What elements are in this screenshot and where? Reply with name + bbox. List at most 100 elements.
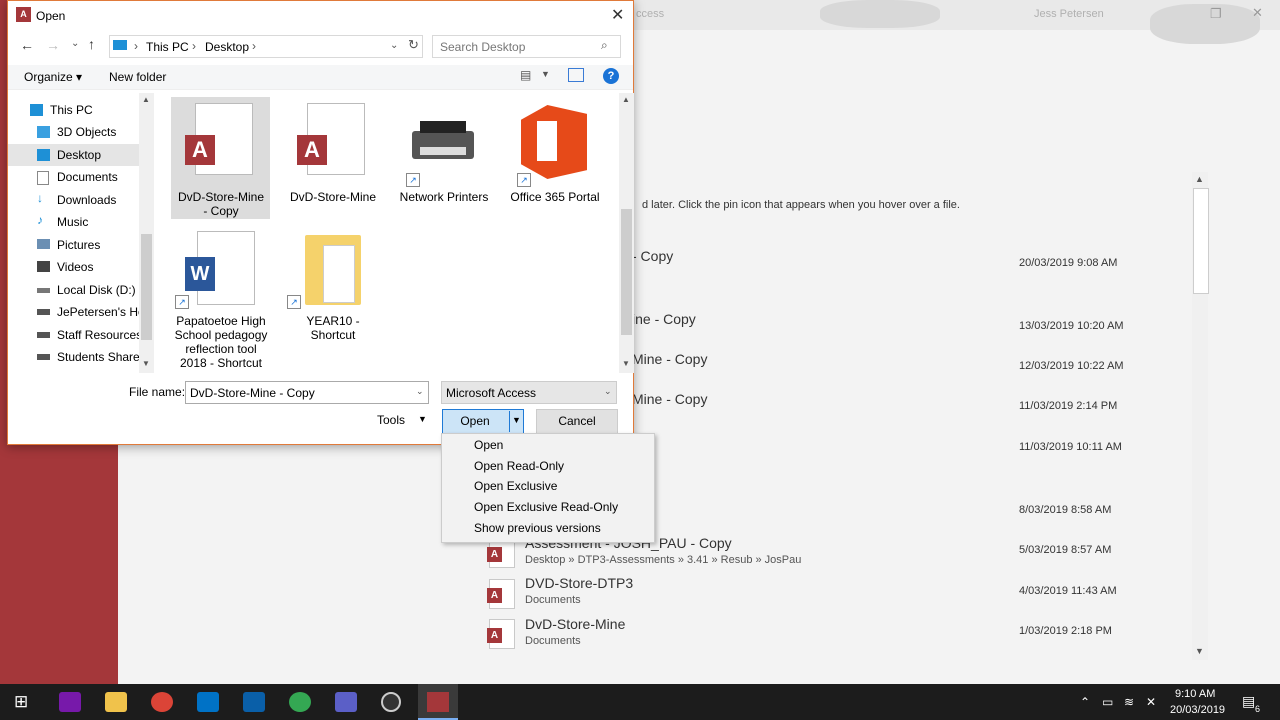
notification-count: 6 [1255, 704, 1261, 714]
shortcut-arrow-icon: ↗ [287, 295, 301, 309]
access-taskbar-button[interactable] [418, 684, 458, 720]
outlook-icon[interactable] [197, 692, 219, 712]
scroll-down-icon[interactable]: ▼ [142, 359, 150, 368]
chevron-down-icon[interactable]: ⌄ [604, 386, 612, 397]
file-name-input[interactable]: DvD-Store-Mine - Copy ⌄ [185, 381, 429, 404]
sidebar-item-label: Documents [57, 170, 118, 184]
chrome-icon[interactable] [151, 692, 173, 712]
file-item[interactable]: A DvD-Store-Mine [283, 97, 382, 217]
sidebar-item-network-drive[interactable]: Staff Resources ( [8, 324, 149, 346]
speaker-muted-icon[interactable]: ✕ [1146, 695, 1156, 709]
sidebar-item-network-drive[interactable]: JePetersen's Hor [8, 301, 149, 323]
up-arrow-icon[interactable]: ↑ [88, 36, 95, 52]
menu-item-open-read-only[interactable]: Open Read-Only [474, 459, 564, 473]
breadcrumb-desktop[interactable]: Desktop [205, 40, 249, 54]
teams-icon[interactable] [335, 692, 357, 712]
chevron-right-icon[interactable]: › [252, 39, 256, 53]
new-folder-button[interactable]: New folder [109, 70, 166, 84]
file-item[interactable]: A DvD-Store-Mine - Copy [171, 97, 270, 219]
clock-time[interactable]: 9:10 AM [1175, 688, 1215, 700]
help-icon[interactable]: ? [603, 68, 619, 84]
scroll-down-icon[interactable]: ▼ [1195, 646, 1204, 656]
chevron-down-icon[interactable]: ▼ [418, 414, 427, 424]
recent-file-date: 11/03/2019 10:11 AM [1019, 441, 1122, 453]
printer-top-icon [420, 121, 466, 133]
search-icon: ⌕ [601, 38, 608, 52]
file-list-scroll-thumb[interactable] [621, 209, 632, 335]
file-name-value: DvD-Store-Mine - Copy [190, 386, 315, 400]
navigation-scroll-thumb[interactable] [141, 234, 152, 340]
scroll-up-icon[interactable]: ▲ [622, 95, 630, 104]
chevron-down-icon[interactable]: ▼ [541, 69, 550, 79]
chevron-right-icon[interactable]: › [192, 39, 196, 53]
view-icon[interactable]: ▤ [520, 68, 531, 82]
taskbar: ⊞ ⌃ ▭ ≋ ✕ 9:10 AM 20/03/2019 ▤ 6 [0, 684, 1280, 720]
file-item[interactable]: ↗ YEAR10 - Shortcut [283, 227, 382, 347]
account-name[interactable]: Jess Petersen [1034, 8, 1104, 20]
recent-file-name[interactable]: - Copy [632, 248, 673, 264]
sidebar-item-label: Downloads [57, 193, 117, 207]
back-arrow-icon[interactable]: ← [20, 37, 34, 53]
windows-start-icon[interactable]: ⊞ [14, 692, 28, 712]
recent-file-name[interactable]: Mine - Copy [632, 351, 707, 367]
sidebar-item-music[interactable]: ♪ Music [8, 211, 140, 233]
recent-file-name[interactable]: ine - Copy [632, 311, 696, 327]
sidebar-item-videos[interactable]: Videos [8, 256, 140, 278]
menu-item-open-exclusive-read-only[interactable]: Open Exclusive Read-Only [474, 500, 618, 514]
address-bar[interactable]: › This PC › Desktop › ⌄ ↻ [109, 35, 423, 58]
sidebar-item-this-pc[interactable]: This PC [8, 99, 140, 121]
file-item[interactable]: W ↗ Papatoetoe High School pedagogy refl… [171, 227, 270, 371]
sidebar-item-label: Videos [57, 260, 94, 274]
pictures-icon [37, 239, 50, 249]
sidebar-item-3d-objects[interactable]: 3D Objects [8, 121, 140, 143]
chrome-alt-icon[interactable] [289, 692, 311, 712]
scroll-up-icon[interactable]: ▲ [1195, 174, 1204, 184]
recent-file-name[interactable]: Mine - Copy [632, 391, 707, 407]
file-type-select[interactable]: Microsoft Access ⌄ [441, 381, 617, 404]
close-icon[interactable]: ✕ [1252, 5, 1263, 21]
preview-pane-icon[interactable] [568, 68, 584, 82]
tools-button[interactable]: Tools [377, 413, 405, 427]
sidebar-item-local-disk[interactable]: Local Disk (D:) [8, 279, 140, 301]
onenote-icon[interactable] [59, 692, 81, 712]
open-options-button[interactable]: ▼ [509, 411, 523, 432]
recent-scroll-thumb[interactable] [1193, 188, 1209, 294]
recent-locations-chevron-icon[interactable]: ⌄ [71, 38, 79, 49]
file-item[interactable]: ↗ Office 365 Portal [505, 97, 604, 217]
chevron-down-icon[interactable]: ⌄ [416, 386, 424, 397]
breadcrumb-this-pc[interactable]: This PC [146, 40, 189, 54]
refresh-icon[interactable]: ↻ [408, 37, 419, 53]
clock-date[interactable]: 20/03/2019 [1170, 704, 1225, 716]
open-button[interactable]: Open ▼ [442, 409, 524, 434]
notification-icon[interactable]: ▤ [1242, 693, 1255, 710]
search-input[interactable]: Search Desktop ⌕ [432, 35, 621, 58]
clock-app-icon[interactable] [381, 692, 401, 712]
restore-icon[interactable]: ❐ [1210, 6, 1222, 22]
cancel-button[interactable]: Cancel [536, 409, 618, 434]
recent-file-name[interactable]: DVD-Store-DTP3 [525, 575, 633, 591]
wifi-icon[interactable]: ≋ [1124, 695, 1134, 709]
outlook-alt-icon[interactable] [243, 692, 265, 712]
file-type-value: Microsoft Access [446, 386, 537, 400]
sidebar-item-pictures[interactable]: Pictures [8, 234, 140, 256]
sidebar-item-documents[interactable]: Documents [8, 166, 140, 188]
menu-item-open[interactable]: Open [474, 438, 503, 452]
battery-icon[interactable]: ▭ [1102, 695, 1113, 709]
file-item[interactable]: ↗ Network Printers [394, 97, 493, 217]
menu-item-open-exclusive[interactable]: Open Exclusive [474, 479, 557, 493]
scroll-up-icon[interactable]: ▲ [142, 95, 150, 104]
sidebar-item-desktop[interactable]: Desktop [8, 144, 140, 166]
menu-item-show-previous-versions[interactable]: Show previous versions [474, 521, 601, 535]
scroll-down-icon[interactable]: ▼ [622, 359, 630, 368]
chevron-right-icon[interactable]: › [134, 39, 138, 53]
close-icon[interactable]: ✕ [611, 5, 624, 25]
organize-button[interactable]: Organize ▾ [24, 70, 82, 84]
sidebar-item-network-drive[interactable]: Students Shared [8, 346, 146, 368]
chevron-up-icon[interactable]: ⌃ [1080, 695, 1090, 709]
chevron-down-icon[interactable]: ⌄ [390, 40, 398, 51]
recent-file-name[interactable]: DvD-Store-Mine [525, 616, 625, 632]
sidebar-item-label: This PC [50, 103, 93, 117]
sidebar-item-downloads[interactable]: ↓ Downloads [8, 189, 140, 211]
file-explorer-icon[interactable] [105, 692, 127, 712]
forward-arrow-icon[interactable]: → [46, 37, 60, 53]
